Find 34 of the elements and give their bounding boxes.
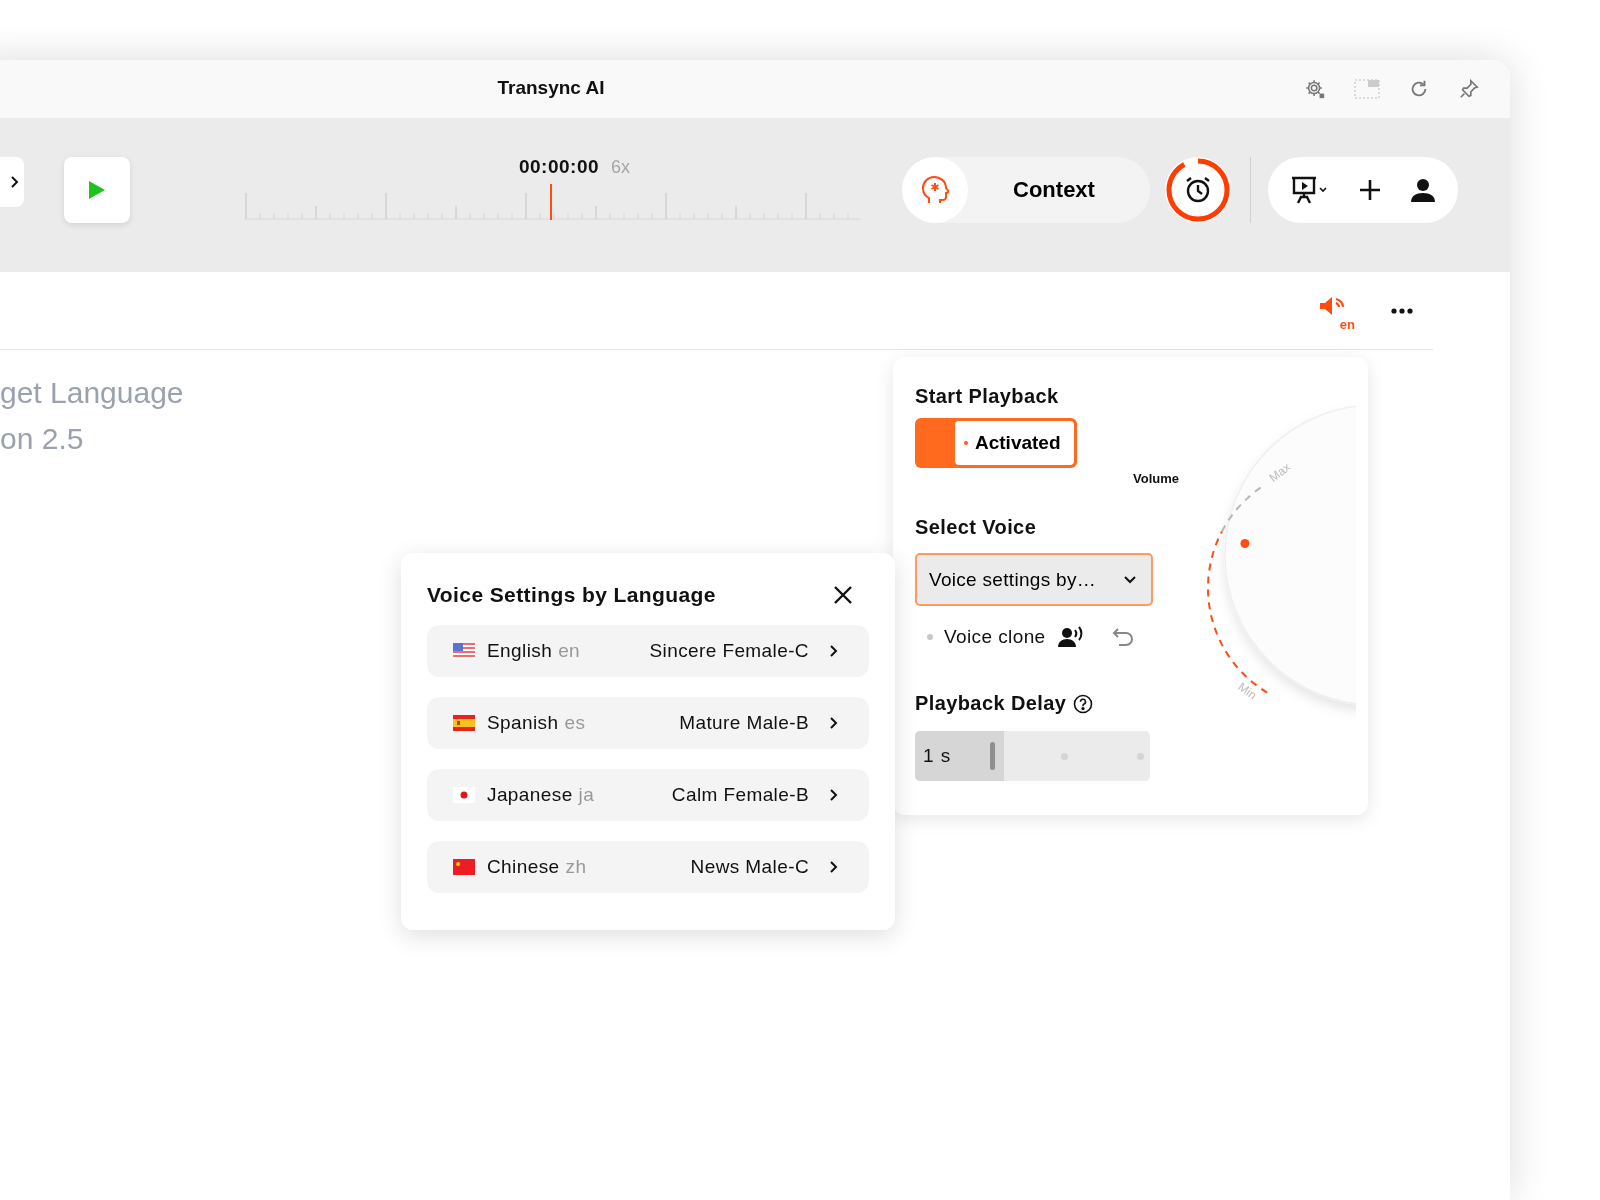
transcript-text: on 2.5 — [0, 421, 84, 457]
language-code: zh — [565, 856, 587, 878]
section-title: Playback Delay — [915, 692, 1067, 715]
language-row[interactable]: English en Sincere Female-C — [427, 625, 869, 677]
voice-clone-label: Voice clone — [944, 626, 1046, 648]
volume-min-label: Min — [1235, 679, 1260, 703]
language-name: Chinese — [487, 856, 560, 878]
playback-toggle[interactable]: Activated — [915, 418, 1077, 468]
language-row[interactable]: Spanish es Mature Male-B — [427, 697, 869, 749]
language-name: Japanese — [487, 784, 573, 806]
window-title: Transync AI — [497, 77, 605, 99]
context-button[interactable]: Context — [902, 157, 1150, 223]
slider-value: 1 s — [923, 745, 952, 767]
delay-slider[interactable]: 1 s — [915, 731, 1150, 781]
voice-name: Sincere Female-C — [649, 640, 809, 662]
volume-max-label: Max — [1266, 459, 1294, 485]
language-code: en — [558, 640, 581, 662]
section-title: Select Voice — [915, 516, 1038, 539]
language-code: es — [564, 712, 586, 734]
voice-name: Calm Female-B — [671, 784, 809, 806]
transcript-text: get Language — [0, 375, 184, 411]
voice-name: Mature Male-B — [679, 712, 809, 734]
section-title: Start Playback — [915, 385, 1060, 408]
voice-dropdown[interactable]: Voice settings by… — [915, 553, 1153, 606]
voice-name: News Male-C — [690, 856, 809, 878]
language-row[interactable]: Chinese zh News Male-C — [427, 841, 869, 893]
playback-speed: 6x — [611, 157, 631, 178]
language-name: Spanish — [487, 712, 559, 734]
dialog-title: Voice Settings by Language — [427, 583, 716, 607]
language-row[interactable]: Japanese ja Calm Female-B — [427, 769, 869, 821]
language-name: English — [487, 640, 553, 662]
volume-label: Volume — [1133, 471, 1179, 486]
language-code: ja — [578, 784, 595, 806]
timecode: 00:00:00 — [518, 156, 599, 178]
